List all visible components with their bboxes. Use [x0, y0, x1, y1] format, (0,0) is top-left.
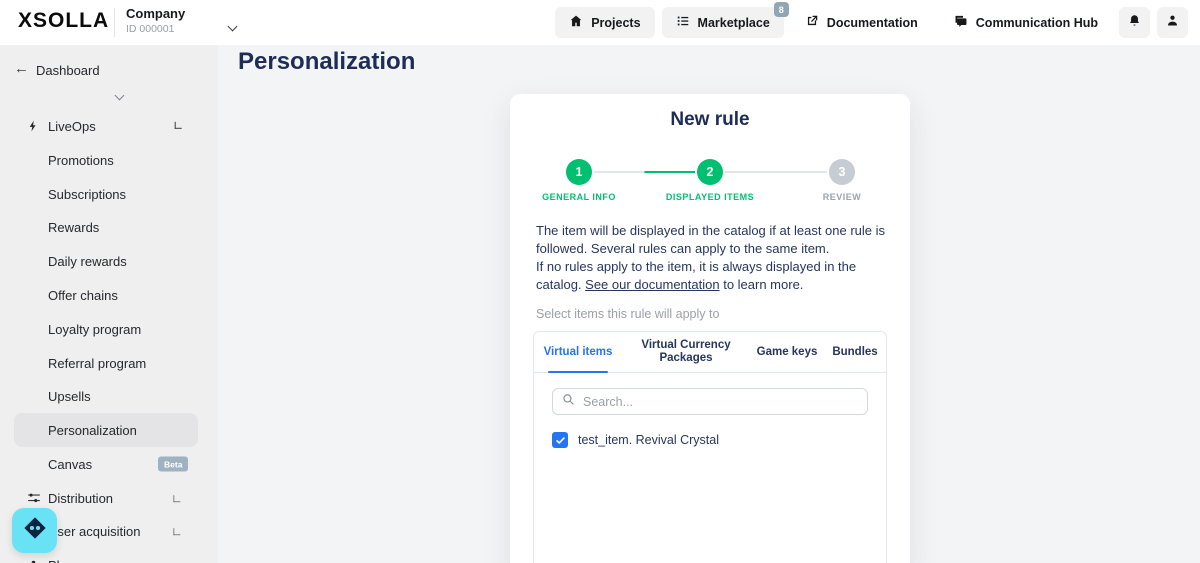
sidebar-item-offer-chains[interactable]: Offer chains — [0, 278, 218, 312]
projects-label: Projects — [591, 16, 640, 30]
sidebar-item-label: Subscriptions — [48, 187, 126, 202]
modal-title: New rule — [510, 109, 910, 131]
stepper-connector-2 — [725, 171, 827, 173]
sidebar-item-rewards[interactable]: Rewards — [0, 210, 218, 244]
description-paragraph-2: If no rules apply to the item, it is alw… — [536, 258, 894, 294]
tab-bundles[interactable]: Bundles — [824, 332, 886, 372]
company-id: ID 000001 — [126, 23, 185, 35]
sidebar-item-label: Upsells — [48, 389, 91, 404]
sidebar-item-label: Rewards — [48, 220, 99, 235]
notifications-button[interactable] — [1119, 7, 1150, 38]
select-items-label: Select items this rule will apply to — [536, 307, 719, 321]
search-icon — [562, 393, 575, 411]
sidebar-item-personalization[interactable]: Personalization — [14, 413, 198, 447]
communication-hub-label: Communication Hub — [976, 16, 1098, 30]
tab-virtual-currency-packages[interactable]: Virtual Currency Packages — [622, 332, 750, 372]
step-2-label: DISPLAYED ITEMS — [650, 192, 770, 202]
marketplace-label: Marketplace — [698, 16, 770, 30]
page-title: Personalization — [238, 48, 415, 76]
documentation-link[interactable]: Documentation — [791, 7, 932, 38]
chevron-down-icon — [170, 523, 186, 539]
tab-virtual-items[interactable]: Virtual items — [534, 332, 622, 372]
chat-icon — [953, 14, 968, 32]
top-navigation: Projects Marketplace 8 Documentation Co — [555, 7, 1188, 38]
checked-checkbox[interactable] — [552, 432, 568, 448]
sidebar-item-upsells[interactable]: Upsells — [0, 379, 218, 413]
catalog-tabs: Virtual items Virtual Currency Packages … — [534, 332, 886, 373]
catalog-item-row[interactable]: test_item. Revival Crystal — [552, 432, 868, 448]
stepper-connector-1 — [594, 171, 695, 173]
sidebar-item-liveops[interactable]: LiveOps — [0, 109, 218, 143]
sidebar-item-label: Loyalty program — [48, 322, 141, 337]
external-link-icon — [805, 14, 819, 31]
sidebar-item-referral-program[interactable]: Referral program — [0, 346, 218, 380]
step-3-label: REVIEW — [782, 192, 902, 202]
person-icon — [1165, 13, 1180, 33]
company-selector[interactable]: Company ID 000001 — [126, 6, 185, 35]
documentation-label: Documentation — [827, 16, 918, 30]
tab-game-keys[interactable]: Game keys — [750, 332, 824, 372]
sidebar-item-subscriptions[interactable]: Subscriptions — [0, 177, 218, 211]
sidebar-item-promotions[interactable]: Promotions — [0, 143, 218, 177]
step-1-circle[interactable]: 1 — [566, 159, 592, 185]
dashboard-label: Dashboard — [36, 63, 100, 78]
step-3-circle[interactable]: 3 — [829, 159, 855, 185]
rule-description: The item will be displayed in the catalo… — [536, 222, 894, 294]
projects-button[interactable]: Projects — [555, 7, 654, 38]
sidebar-item-label: Daily rewards — [48, 254, 127, 269]
collapsed-item-chevron-icon — [116, 86, 123, 104]
beta-badge: Beta — [158, 457, 188, 472]
company-name: Company — [126, 6, 185, 21]
sidebar-item-label: Distribution — [48, 491, 113, 506]
step-1-label: GENERAL INFO — [519, 192, 639, 202]
communication-hub-link[interactable]: Communication Hub — [939, 7, 1112, 38]
sidebar-item-label: Promotions — [48, 153, 114, 168]
chevron-up-icon — [170, 118, 186, 134]
marketplace-button[interactable]: Marketplace 8 — [662, 7, 784, 38]
sidebar-item-label: User acquisition — [48, 524, 141, 539]
new-rule-modal: New rule 1 2 3 GENERAL INFO DISPLAYED IT… — [510, 94, 910, 563]
back-arrow-icon: ← — [14, 60, 29, 77]
sidebar: ← Dashboard LiveOps Promotions Subscript… — [0, 45, 218, 563]
sidebar-item-label: LiveOps — [48, 119, 96, 134]
description-paragraph-1: The item will be displayed in the catalo… — [536, 222, 894, 258]
person-icon — [27, 559, 40, 563]
sidebar-item-canvas[interactable]: Canvas Beta — [0, 447, 218, 481]
list-icon — [676, 14, 690, 31]
xsolla-logo: XSOLLA — [18, 9, 109, 33]
sidebar-item-label: Offer chains — [48, 288, 118, 303]
home-icon — [569, 14, 583, 31]
search-input[interactable] — [583, 395, 858, 409]
support-chat-widget[interactable] — [12, 508, 57, 553]
divider — [114, 8, 115, 37]
sidebar-item-daily-rewards[interactable]: Daily rewards — [0, 244, 218, 278]
sidebar-back-dashboard[interactable]: ← Dashboard — [0, 56, 218, 84]
sidebar-item-label: Canvas — [48, 457, 92, 472]
bell-icon — [1127, 13, 1142, 33]
sidebar-item-label: Players — [48, 558, 91, 563]
sidebar-item-label: Personalization — [48, 423, 137, 438]
catalog-list: test_item. Revival Crystal — [534, 373, 886, 448]
xsolla-chat-icon — [22, 515, 48, 546]
item-catalog-panel: Virtual items Virtual Currency Packages … — [533, 331, 887, 563]
marketplace-badge: 8 — [774, 2, 789, 17]
lightning-icon — [27, 119, 40, 134]
app-screen: XSOLLA Company ID 000001 Projects Market… — [0, 0, 1200, 563]
description-text: to learn more. — [720, 277, 804, 292]
account-button[interactable] — [1157, 7, 1188, 38]
catalog-item-label: test_item. Revival Crystal — [578, 433, 719, 447]
chevron-down-icon[interactable] — [229, 17, 236, 35]
chevron-down-icon — [170, 490, 186, 506]
sidebar-item-label: Referral program — [48, 356, 146, 371]
topbar: XSOLLA Company ID 000001 Projects Market… — [0, 0, 1200, 45]
documentation-link-inline[interactable]: See our documentation — [585, 277, 719, 292]
step-2-circle[interactable]: 2 — [697, 159, 723, 185]
sliders-icon — [27, 491, 41, 505]
item-search[interactable] — [552, 388, 868, 415]
sidebar-item-loyalty-program[interactable]: Loyalty program — [0, 312, 218, 346]
